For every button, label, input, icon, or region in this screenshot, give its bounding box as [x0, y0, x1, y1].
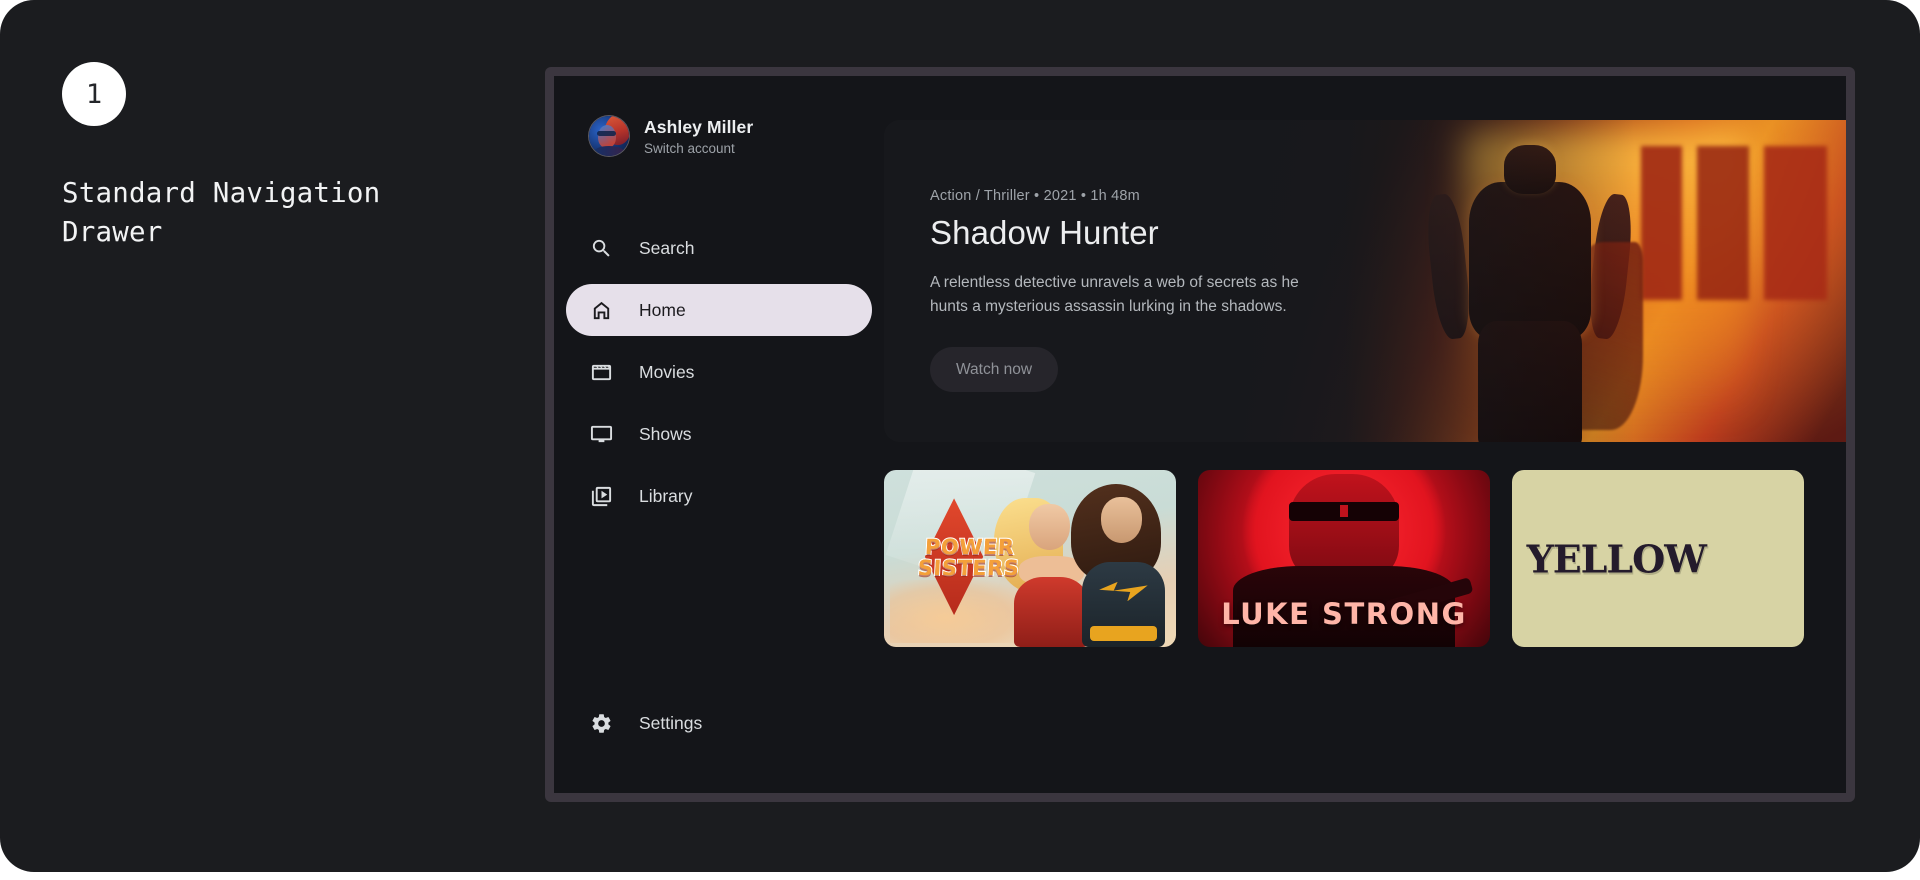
device-screen: Ashley Miller Switch account Search Home… [554, 76, 1846, 793]
sidebar-item-label: Home [639, 299, 686, 320]
search-icon [590, 237, 613, 260]
watch-now-button[interactable]: Watch now [930, 347, 1059, 393]
poster-title: YELLOW [1526, 536, 1707, 581]
video-library-icon [590, 485, 613, 508]
sidebar-item-shows[interactable]: Shows [566, 408, 872, 460]
home-icon [590, 299, 613, 322]
hero-body: Action / Thriller • 2021 • 1h 48m Shadow… [884, 120, 1354, 393]
poster-title: POWER SISTERS [900, 534, 1037, 582]
poster-card[interactable]: YELLOW [1512, 470, 1804, 647]
hero-meta: Action / Thriller • 2021 • 1h 48m [930, 188, 1140, 204]
switch-account-link[interactable]: Switch account [644, 141, 753, 156]
device-frame: Ashley Miller Switch account Search Home… [545, 67, 1855, 802]
sidebar-item-movies[interactable]: Movies [566, 346, 872, 398]
poster-title: LUKE STRONG [1221, 597, 1467, 632]
avatar [589, 116, 629, 156]
account-header[interactable]: Ashley Miller Switch account [554, 76, 884, 156]
tv-icon [590, 423, 613, 446]
sidebar-item-label: Settings [639, 712, 703, 733]
poster-card[interactable]: LUKE STRONG [1198, 470, 1490, 647]
account-name: Ashley Miller [644, 116, 754, 137]
sidebar-item-search[interactable]: Search [566, 222, 872, 274]
sidebar-item-label: Shows [639, 423, 692, 444]
sidebar-item-label: Library [639, 485, 693, 506]
hero-card[interactable]: Action / Thriller • 2021 • 1h 48m Shadow… [884, 120, 1846, 442]
page-canvas: 1 Standard Navigation Drawer Ashley Mill… [0, 0, 1920, 872]
clapperboard-icon [590, 361, 613, 384]
hero-description: A relentless detective unravels a web of… [930, 274, 1299, 316]
account-text: Ashley Miller Switch account [644, 117, 753, 156]
sidebar-item-label: Movies [639, 361, 695, 382]
navigation-drawer: Ashley Miller Switch account Search Home… [554, 76, 884, 793]
step-number-badge: 1 [62, 62, 126, 126]
sidebar-item-home[interactable]: Home [566, 284, 872, 336]
main-content: Action / Thriller • 2021 • 1h 48m Shadow… [884, 76, 1846, 793]
nav-item-list: Search Home Movies Shows Library [554, 222, 884, 522]
poster-carousel[interactable]: POWER SISTERS LUKE STRONG YELLOW [884, 470, 1846, 647]
annotation-title: Standard Navigation Drawer [62, 177, 381, 249]
gear-icon [590, 712, 613, 735]
sidebar-item-label: Search [639, 237, 695, 258]
hero-title: Shadow Hunter [930, 214, 1159, 251]
sidebar-item-settings[interactable]: Settings [566, 697, 872, 749]
sidebar-item-library[interactable]: Library [566, 470, 872, 522]
poster-title-line2: SISTERS [916, 556, 1021, 582]
nav-footer: Settings [554, 697, 884, 793]
poster-card[interactable]: POWER SISTERS [884, 470, 1176, 647]
annotation-block: 1 Standard Navigation Drawer [62, 62, 422, 252]
